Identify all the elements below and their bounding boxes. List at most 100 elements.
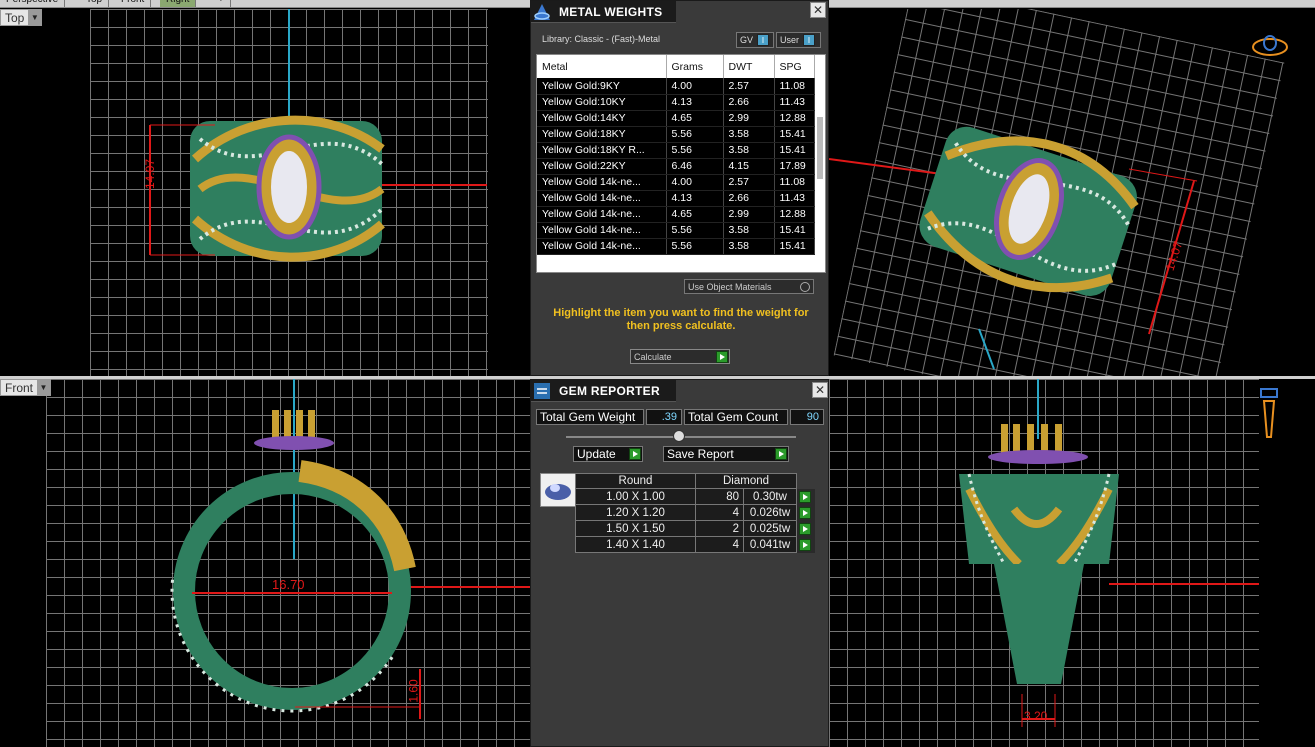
table-row[interactable]: Yellow Gold 14k-ne... 5.56 3.58 15.41 <box>537 222 815 239</box>
tab-top[interactable]: Top <box>80 0 110 7</box>
tab-perspective[interactable]: Perspective <box>0 0 66 7</box>
total-gem-count-value: 90 <box>790 409 824 425</box>
table-row[interactable]: Yellow Gold:22KY 6.46 4.15 17.89 <box>537 158 815 175</box>
grams: 4.13 <box>666 94 724 111</box>
metal-weights-title: METAL WEIGHTS <box>559 4 663 19</box>
column-header[interactable]: Grams <box>666 55 724 78</box>
row-go-button[interactable] <box>796 536 815 553</box>
gem-reporter-icon <box>531 380 553 402</box>
viewport-label-top[interactable]: Top ▼ <box>0 9 43 26</box>
slider-handle[interactable] <box>673 430 685 442</box>
navigation-tool-icon[interactable] <box>1257 387 1283 441</box>
viewport-front[interactable]: 16.70 1.60 Front ▼ <box>0 379 530 747</box>
right-dimension-label: 3.20 <box>1024 709 1048 723</box>
front-dimension-width: 16.70 <box>272 577 305 592</box>
table-row[interactable]: Yellow Gold 14k-ne... 4.65 2.99 12.88 <box>537 206 815 223</box>
spg: 15.41 <box>774 238 815 255</box>
row-go-button[interactable] <box>796 488 815 505</box>
column-header: Diamond <box>695 473 797 489</box>
row-go-button[interactable] <box>796 520 815 537</box>
gem-size: 1.20 X 1.20 <box>575 504 696 521</box>
total-gem-weight-value: .39 <box>646 409 682 425</box>
close-icon[interactable]: ✕ <box>812 382 828 398</box>
table-row[interactable]: Yellow Gold 14k-ne... 5.56 3.58 15.41 <box>537 238 815 255</box>
play-arrow-icon <box>799 506 811 519</box>
metal-name: Yellow Gold 14k-ne... <box>537 174 667 191</box>
viewport-perspective[interactable]: 14.07 <box>829 9 1315 376</box>
tab-front[interactable]: Front <box>115 0 152 7</box>
grams: 4.00 <box>666 174 724 191</box>
dwt: 3.58 <box>723 222 775 239</box>
navigation-ring-icon[interactable] <box>1250 31 1290 59</box>
metal-name: Yellow Gold 14k-ne... <box>537 206 667 223</box>
metal-name: Yellow Gold:22KY <box>537 158 667 175</box>
gem-reporter-titlebar[interactable]: GEM REPORTER <box>531 380 676 402</box>
play-arrow-icon <box>799 538 811 551</box>
metal-weights-titlebar[interactable]: METAL WEIGHTS <box>531 1 676 23</box>
gem-count: 80 <box>695 488 744 505</box>
grams: 6.46 <box>666 158 724 175</box>
vertical-scrollbar[interactable] <box>817 117 823 179</box>
metal-table[interactable]: Metal Grams DWT SPG Yellow Gold:9KY 4.00 2… <box>536 54 826 273</box>
gem-size: 1.00 X 1.00 <box>575 488 696 505</box>
user-toggle-label: User <box>780 35 800 45</box>
gem-table: Round Diamond 1.00 X 1.00 80 0.30tw 1.20… <box>575 473 815 553</box>
viewport-label-front[interactable]: Front ▼ <box>0 379 52 396</box>
viewport-label-text: Top <box>5 10 25 25</box>
tab-add[interactable]: + <box>212 0 231 7</box>
metal-name: Yellow Gold 14k-ne... <box>537 222 667 239</box>
save-report-button[interactable]: Save Report <box>663 446 789 462</box>
table-row[interactable]: Yellow Gold:9KY 4.00 2.57 11.08 <box>537 78 815 95</box>
viewport-label-text: Front <box>5 380 34 395</box>
total-gem-weight-label: Total Gem Weight <box>536 409 644 425</box>
column-header[interactable]: DWT <box>723 55 775 78</box>
play-arrow-icon <box>775 448 787 460</box>
table-row[interactable]: Yellow Gold:14KY 4.65 2.99 12.88 <box>537 110 815 127</box>
grams: 5.56 <box>666 222 724 239</box>
table-row[interactable]: Yellow Gold:18KY 5.56 3.58 15.41 <box>537 126 815 143</box>
table-row[interactable]: Yellow Gold 14k-ne... 4.00 2.57 11.08 <box>537 174 815 191</box>
metal-table-header: Metal Grams DWT SPG <box>537 55 815 78</box>
dwt: 3.58 <box>723 142 775 159</box>
spg: 17.89 <box>774 158 815 175</box>
dropdown-caret-icon[interactable]: ▼ <box>37 380 51 395</box>
grams: 4.65 <box>666 110 724 127</box>
viewport-right[interactable]: 3.20 <box>829 379 1315 747</box>
radio-icon <box>800 281 810 292</box>
row-go-button[interactable] <box>796 504 815 521</box>
metal-name: Yellow Gold:18KY <box>537 126 667 143</box>
update-button[interactable]: Update <box>573 446 643 462</box>
dropdown-caret-icon[interactable]: ▼ <box>28 10 42 25</box>
viewport-top[interactable]: 14.07 Top ▼ <box>0 9 530 376</box>
table-row[interactable]: Yellow Gold:18KY R... 5.56 3.58 15.41 <box>537 142 815 159</box>
grams: 4.13 <box>666 190 724 207</box>
table-row[interactable]: Yellow Gold 14k-ne... 4.13 2.66 11.43 <box>537 190 815 207</box>
table-row[interactable]: 1.00 X 1.00 80 0.30tw <box>575 488 815 505</box>
metal-name: Yellow Gold:10KY <box>537 94 667 111</box>
save-report-label: Save Report <box>667 447 734 461</box>
table-row[interactable]: 1.50 X 1.50 2 0.025tw <box>575 520 815 537</box>
table-row[interactable]: 1.40 X 1.40 4 0.041tw <box>575 536 815 553</box>
use-object-materials-toggle[interactable]: Use Object Materials <box>684 279 814 294</box>
gem-count: 2 <box>695 520 744 537</box>
tab-right[interactable]: Right <box>160 0 197 7</box>
calculate-button[interactable]: Calculate <box>630 349 730 364</box>
close-icon[interactable]: ✕ <box>810 2 826 18</box>
table-row[interactable]: Yellow Gold:10KY 4.13 2.66 11.43 <box>537 94 815 111</box>
metal-name: Yellow Gold:14KY <box>537 110 667 127</box>
user-toggle[interactable]: User I <box>776 32 821 48</box>
gem-count: 4 <box>695 536 744 553</box>
gv-toggle[interactable]: GV I <box>736 32 774 48</box>
column-header[interactable]: SPG <box>774 55 815 78</box>
metal-name: Yellow Gold 14k-ne... <box>537 238 667 255</box>
use-object-materials-label: Use Object Materials <box>688 281 772 292</box>
table-row[interactable]: 1.20 X 1.20 4 0.026tw <box>575 504 815 521</box>
column-header[interactable]: Metal <box>537 55 667 78</box>
grams: 4.65 <box>666 206 724 223</box>
metal-name: Yellow Gold:9KY <box>537 78 667 95</box>
dwt: 2.66 <box>723 94 775 111</box>
spg: 15.41 <box>774 126 815 143</box>
update-label: Update <box>577 447 616 461</box>
spg: 15.41 <box>774 142 815 159</box>
gem-thumbnail[interactable] <box>540 473 576 507</box>
